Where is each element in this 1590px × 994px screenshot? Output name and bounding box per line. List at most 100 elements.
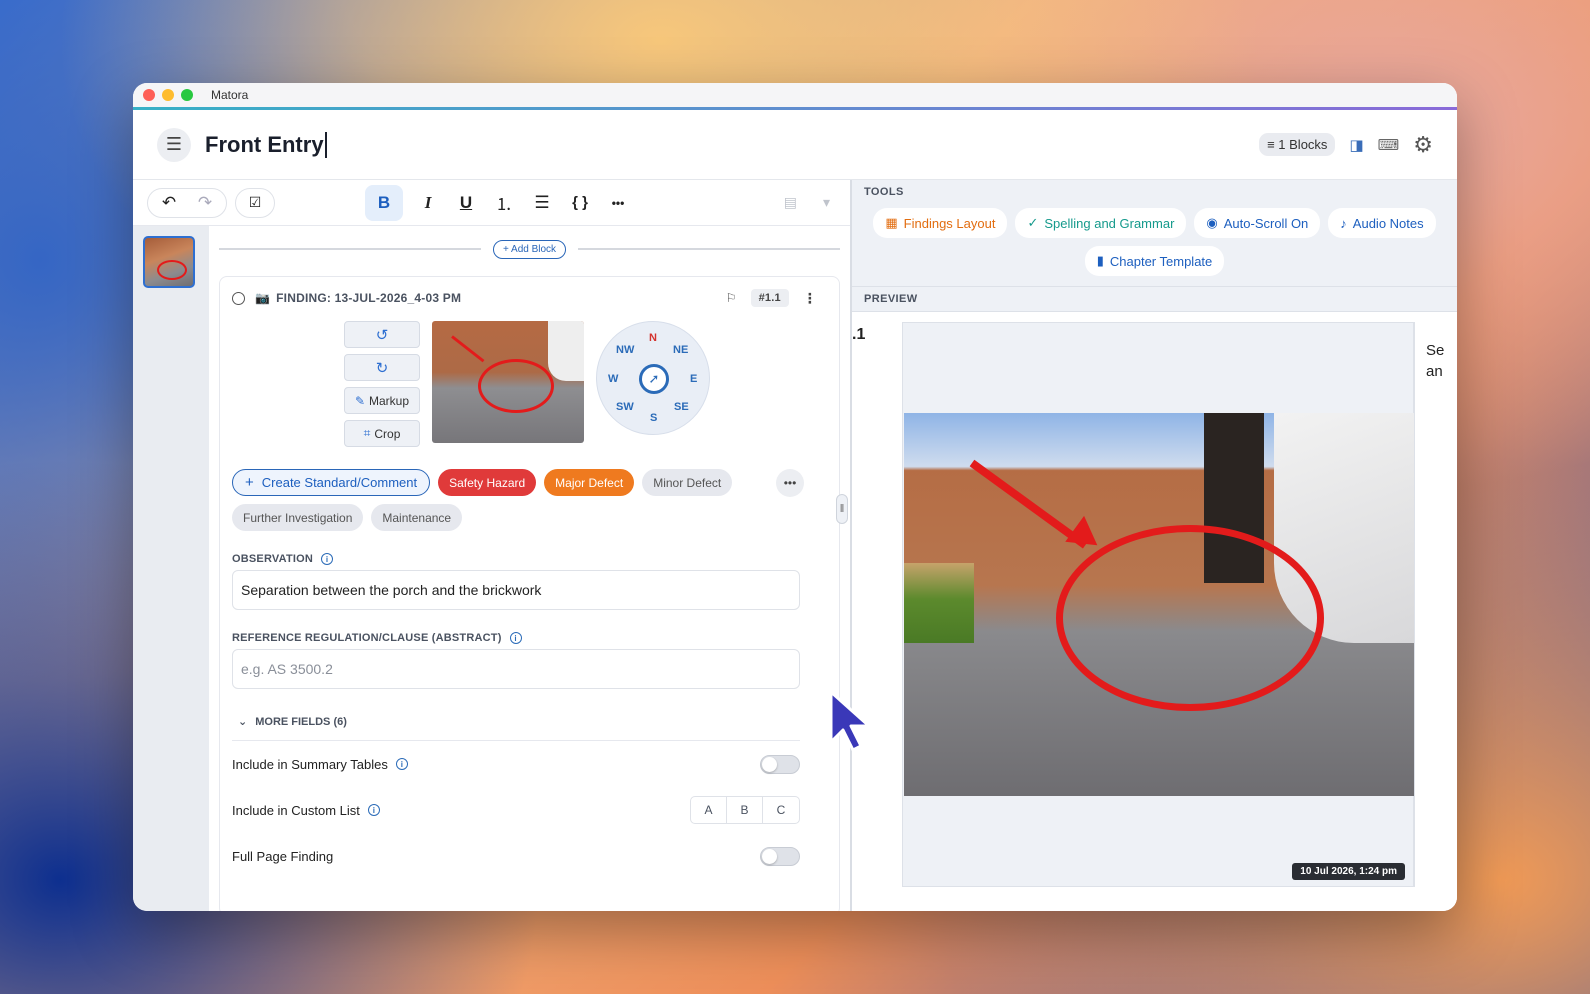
- compass-ne: NE: [673, 344, 689, 356]
- spellcheck-icon: ✓: [1027, 215, 1039, 230]
- observation-field[interactable]: Separation between the porch and the bri…: [232, 570, 800, 610]
- info-icon[interactable]: i: [395, 758, 408, 770]
- crop-button[interactable]: ⌗ Crop: [344, 420, 420, 447]
- rotate-right-button[interactable]: ↻: [344, 354, 420, 381]
- document-title[interactable]: Front Entry: [205, 131, 327, 158]
- pencil-icon: ✎: [354, 393, 366, 408]
- add-block-button[interactable]: + Add Block: [492, 239, 567, 259]
- finding-photo[interactable]: [432, 321, 584, 443]
- preview-number: .1: [852, 326, 866, 343]
- custom-list-option-c[interactable]: C: [763, 797, 799, 823]
- target-icon: ◉: [1206, 215, 1218, 230]
- divider: [219, 248, 481, 250]
- checklist-icon[interactable]: ☑: [242, 194, 268, 211]
- bold-button[interactable]: B: [365, 184, 403, 221]
- summary-tables-toggle[interactable]: [760, 754, 800, 774]
- tag-further-investigation[interactable]: Further Investigation: [232, 504, 364, 531]
- tag-maintenance[interactable]: Maintenance: [371, 504, 463, 531]
- minimize-window-button[interactable]: [162, 89, 174, 101]
- flag-icon[interactable]: ⚐: [726, 291, 737, 305]
- photo-timestamp: 10 Jul 2026, 1:24 pm: [1292, 863, 1405, 880]
- chapter-template-button[interactable]: ▮ Chapter Template: [1084, 246, 1225, 276]
- zoom-window-button[interactable]: [181, 89, 193, 101]
- chevron-down-icon[interactable]: ▾: [823, 194, 830, 211]
- app-title: Matora: [211, 88, 249, 102]
- close-window-button[interactable]: [143, 89, 155, 101]
- preview-label: PREVIEW: [864, 293, 918, 305]
- preview-text-line-1: Se: [1426, 342, 1445, 359]
- tag-safety-hazard[interactable]: Safety Hazard: [438, 469, 537, 496]
- preview-photo[interactable]: [904, 413, 1414, 796]
- summary-tables-row: Include in Summary Tables i: [232, 741, 800, 787]
- findings-layout-button[interactable]: ▦ Findings Layout: [873, 208, 1008, 238]
- rotate-left-icon: ↺: [375, 326, 389, 344]
- finding-thumbnail[interactable]: [143, 236, 195, 288]
- auto-scroll-button[interactable]: ◉ Auto-Scroll On: [1194, 208, 1321, 238]
- redo-icon[interactable]: ↷: [192, 193, 218, 213]
- rotate-left-button[interactable]: ↺: [344, 321, 420, 348]
- more-fields-label: MORE FIELDS (6): [255, 715, 347, 728]
- underline-button[interactable]: U: [453, 193, 479, 213]
- finding-title: FINDING: 13-JUL-2026_4-03 PM: [276, 291, 462, 305]
- pane-resize-handle[interactable]: ‖: [836, 494, 848, 524]
- gear-icon[interactable]: ⚙: [1413, 132, 1433, 158]
- compass-widget[interactable]: N NE E SE S SW W NW ➚: [596, 321, 710, 435]
- audio-notes-button[interactable]: ♪ Audio Notes: [1328, 208, 1436, 238]
- custom-list-selector: A B C: [690, 796, 800, 824]
- rotate-right-icon: ↻: [375, 359, 389, 377]
- music-note-icon: ♪: [1340, 215, 1347, 231]
- spelling-grammar-button[interactable]: ✓ Spelling and Grammar: [1015, 208, 1187, 238]
- tag-minor-defect[interactable]: Minor Defect: [642, 469, 733, 496]
- code-block-button[interactable]: { }: [567, 194, 593, 211]
- bullet-list-icon[interactable]: ☰: [529, 193, 555, 213]
- custom-list-row: Include in Custom List i A B C: [232, 787, 800, 833]
- finding-select-radio[interactable]: [232, 291, 245, 305]
- custom-list-option-a[interactable]: A: [691, 797, 727, 823]
- thumbnail-strip: [133, 226, 209, 911]
- undo-icon[interactable]: ↶: [156, 193, 182, 213]
- finding-card: 📷 FINDING: 13-JUL-2026_4-03 PM ⚐ #1.1 ⋮ …: [219, 276, 840, 911]
- preview-page: 10 Jul 2026, 1:24 pm: [902, 322, 1414, 887]
- sidebar-panel-icon[interactable]: ◨: [1349, 136, 1363, 154]
- title-bar: Matora: [133, 83, 1457, 110]
- keyboard-icon[interactable]: ⌨: [1378, 136, 1400, 154]
- camera-icon: 📷: [255, 291, 271, 305]
- full-page-label: Full Page Finding: [232, 848, 334, 864]
- info-icon[interactable]: i: [321, 553, 334, 565]
- reference-field[interactable]: e.g. AS 3500.2: [232, 649, 800, 689]
- preview-text: Se an: [1426, 340, 1457, 382]
- more-fields-toggle[interactable]: ⌄ MORE FIELDS (6): [232, 715, 800, 741]
- audio-notes-label: Audio Notes: [1352, 215, 1424, 231]
- print-icon[interactable]: ▤: [784, 194, 797, 211]
- tools-list: ▦ Findings Layout ✓ Spelling and Grammar ◉…: [852, 204, 1457, 287]
- more-format-button[interactable]: •••: [605, 196, 631, 210]
- italic-button[interactable]: I: [415, 193, 441, 213]
- menu-button[interactable]: ☰: [157, 127, 191, 162]
- tags-more-button[interactable]: •••: [776, 469, 804, 497]
- mouse-cursor-icon: [829, 690, 871, 752]
- compass-e: E: [690, 373, 698, 385]
- summary-tables-label: Include in Summary Tables: [232, 756, 388, 772]
- kebab-menu-icon[interactable]: ⋮: [803, 290, 817, 307]
- info-icon[interactable]: i: [509, 632, 522, 644]
- editor-pane: ↶ ↷ ☑ B I U ⒈ ☰ { } ••• ▤ ▾ + Add Block …: [133, 180, 852, 911]
- compass-w: W: [608, 373, 619, 385]
- preview-area: .1 10 Jul 2026, 1:24 pm Se an: [852, 311, 1457, 911]
- tools-label: TOOLS: [864, 186, 904, 198]
- app-window: Matora ☰ Front Entry ≡ 1 Blocks ◨ ⌨ ⚙ ↶ …: [133, 83, 1457, 911]
- full-page-row: Full Page Finding: [232, 833, 800, 879]
- full-page-toggle[interactable]: [760, 846, 800, 866]
- blocks-count-badge[interactable]: ≡ 1 Blocks: [1259, 133, 1336, 156]
- hamburger-icon: ☰: [165, 134, 183, 154]
- numbered-list-icon[interactable]: ⒈: [491, 190, 517, 215]
- format-toolbar: ↶ ↷ ☑ B I U ⒈ ☰ { } ••• ▤ ▾: [133, 180, 850, 226]
- history-group: ↶ ↷: [147, 187, 227, 218]
- reference-label: REFERENCE REGULATION/CLAUSE (ABSTRACT): [232, 632, 502, 644]
- create-standard-button[interactable]: + Create Standard/Comment: [232, 469, 431, 496]
- markup-button[interactable]: ✎ Markup: [344, 387, 420, 414]
- crop-label: Crop: [374, 426, 401, 441]
- tag-major-defect[interactable]: Major Defect: [544, 469, 635, 496]
- custom-list-option-b[interactable]: B: [727, 797, 763, 823]
- plus-icon: +: [245, 474, 254, 491]
- info-icon[interactable]: i: [367, 804, 380, 816]
